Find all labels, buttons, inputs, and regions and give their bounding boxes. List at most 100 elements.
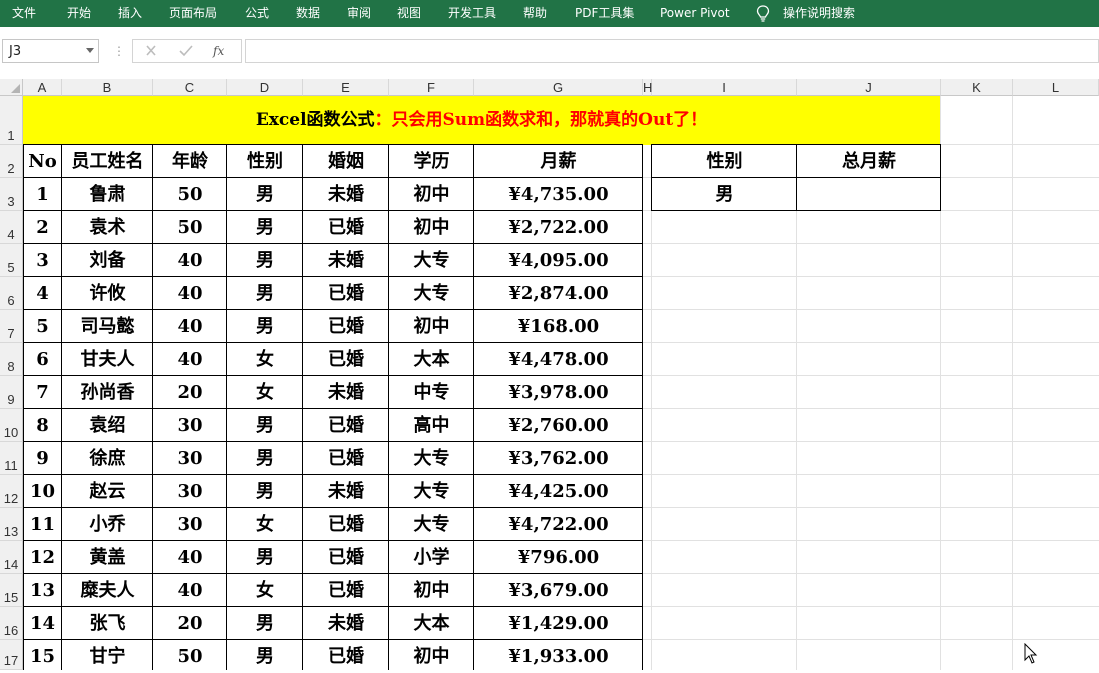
table-cell[interactable]: 15 xyxy=(23,640,62,673)
table-cell[interactable]: 未婚 xyxy=(303,244,389,277)
table-cell[interactable]: 初中 xyxy=(389,574,474,607)
row-header-12[interactable]: 12 xyxy=(0,475,23,508)
row-header-1[interactable]: 1 xyxy=(0,96,23,145)
column-header-C[interactable]: C xyxy=(153,79,227,96)
table-cell[interactable]: 9 xyxy=(23,442,62,475)
row-header-17[interactable]: 17 xyxy=(0,640,23,670)
table-cell[interactable]: 已婚 xyxy=(303,574,389,607)
table-cell[interactable]: 男 xyxy=(227,607,303,640)
row-header-15[interactable]: 15 xyxy=(0,574,23,607)
table-cell[interactable]: ¥2,722.00 xyxy=(474,211,643,244)
row-header-11[interactable]: 11 xyxy=(0,442,23,475)
column-header-F[interactable]: F xyxy=(389,79,474,96)
table-cell[interactable]: 2 xyxy=(23,211,62,244)
table-cell[interactable]: ¥168.00 xyxy=(474,310,643,343)
row-header-10[interactable]: 10 xyxy=(0,409,23,442)
row-header-5[interactable]: 5 xyxy=(0,244,23,277)
table-cell[interactable]: 刘备 xyxy=(62,244,153,277)
table-cell[interactable]: ¥796.00 xyxy=(474,541,643,574)
table-cell[interactable]: 男 xyxy=(227,475,303,508)
table-cell[interactable]: 赵云 xyxy=(62,475,153,508)
table-header-cell[interactable]: 学历 xyxy=(389,145,474,178)
table-cell[interactable]: 男 xyxy=(227,541,303,574)
tab-0[interactable]: 文件 xyxy=(12,0,36,27)
tab-9[interactable]: 帮助 xyxy=(523,0,547,27)
table-cell[interactable]: ¥3,762.00 xyxy=(474,442,643,475)
column-header-A[interactable]: A xyxy=(23,79,62,96)
table-cell[interactable]: 高中 xyxy=(389,409,474,442)
tab-2[interactable]: 插入 xyxy=(118,0,142,27)
table-cell[interactable]: 40 xyxy=(153,244,227,277)
row-header-7[interactable]: 7 xyxy=(0,310,23,343)
column-header-I[interactable]: I xyxy=(652,79,797,96)
tab-5[interactable]: 数据 xyxy=(296,0,320,27)
table-cell[interactable]: 许攸 xyxy=(62,277,153,310)
total-salary-cell[interactable] xyxy=(797,178,941,211)
table-cell[interactable]: 1 xyxy=(23,178,62,211)
table-cell[interactable]: 大专 xyxy=(389,442,474,475)
table-cell[interactable]: 4 xyxy=(23,277,62,310)
table-cell[interactable]: 50 xyxy=(153,640,227,673)
table-cell[interactable]: 大专 xyxy=(389,475,474,508)
table-cell[interactable]: 已婚 xyxy=(303,211,389,244)
table-cell[interactable]: 男 xyxy=(227,409,303,442)
summary-gender-cell[interactable]: 男 xyxy=(652,178,797,211)
tab-4[interactable]: 公式 xyxy=(245,0,269,27)
table-header-cell[interactable]: 员工姓名 xyxy=(62,145,153,178)
column-header-D[interactable]: D xyxy=(227,79,303,96)
table-cell[interactable]: 男 xyxy=(227,244,303,277)
table-cell[interactable]: 男 xyxy=(227,442,303,475)
summary-header-cell[interactable]: 性别 xyxy=(652,145,797,178)
table-cell[interactable]: 已婚 xyxy=(303,508,389,541)
table-cell[interactable]: 张飞 xyxy=(62,607,153,640)
table-cell[interactable]: 已婚 xyxy=(303,442,389,475)
table-cell[interactable]: 30 xyxy=(153,508,227,541)
table-cell[interactable]: 男 xyxy=(227,310,303,343)
table-cell[interactable]: 初中 xyxy=(389,211,474,244)
table-cell[interactable]: 大专 xyxy=(389,244,474,277)
table-cell[interactable]: 男 xyxy=(227,211,303,244)
table-cell[interactable]: 已婚 xyxy=(303,343,389,376)
table-cell[interactable]: 徐庶 xyxy=(62,442,153,475)
row-header-2[interactable]: 2 xyxy=(0,145,23,178)
table-cell[interactable]: 大本 xyxy=(389,607,474,640)
table-cell[interactable]: 7 xyxy=(23,376,62,409)
select-all-corner[interactable] xyxy=(0,79,23,96)
table-cell[interactable]: 女 xyxy=(227,574,303,607)
table-cell[interactable]: 大专 xyxy=(389,508,474,541)
column-header-H[interactable]: H xyxy=(643,79,652,96)
table-cell[interactable]: 30 xyxy=(153,442,227,475)
table-cell[interactable]: 40 xyxy=(153,277,227,310)
table-cell[interactable]: ¥4,425.00 xyxy=(474,475,643,508)
table-cell[interactable]: 大专 xyxy=(389,277,474,310)
row-header-13[interactable]: 13 xyxy=(0,508,23,541)
table-cell[interactable]: ¥4,478.00 xyxy=(474,343,643,376)
table-cell[interactable]: 鲁肃 xyxy=(62,178,153,211)
table-cell[interactable]: ¥4,735.00 xyxy=(474,178,643,211)
table-cell[interactable]: 未婚 xyxy=(303,607,389,640)
table-cell[interactable]: 50 xyxy=(153,178,227,211)
table-cell[interactable]: 40 xyxy=(153,343,227,376)
table-cell[interactable]: 初中 xyxy=(389,640,474,673)
tab-10[interactable]: PDF工具集 xyxy=(575,0,634,27)
table-cell[interactable]: 50 xyxy=(153,211,227,244)
table-cell[interactable]: 10 xyxy=(23,475,62,508)
table-cell[interactable]: 6 xyxy=(23,343,62,376)
table-header-cell[interactable]: 年龄 xyxy=(153,145,227,178)
table-cell[interactable]: 3 xyxy=(23,244,62,277)
row-header-3[interactable]: 3 xyxy=(0,178,23,211)
column-header-G[interactable]: G xyxy=(474,79,643,96)
table-cell[interactable]: 大本 xyxy=(389,343,474,376)
table-cell[interactable]: 女 xyxy=(227,508,303,541)
table-cell[interactable]: 甘宁 xyxy=(62,640,153,673)
table-cell[interactable]: 黄盖 xyxy=(62,541,153,574)
table-cell[interactable]: 40 xyxy=(153,574,227,607)
table-cell[interactable]: ¥1,429.00 xyxy=(474,607,643,640)
table-cell[interactable]: 孙尚香 xyxy=(62,376,153,409)
row-header-14[interactable]: 14 xyxy=(0,541,23,574)
row-header-8[interactable]: 8 xyxy=(0,343,23,376)
table-cell[interactable]: 甘夫人 xyxy=(62,343,153,376)
column-header-L[interactable]: L xyxy=(1013,79,1099,96)
table-cell[interactable]: ¥4,722.00 xyxy=(474,508,643,541)
table-cell[interactable]: 袁术 xyxy=(62,211,153,244)
